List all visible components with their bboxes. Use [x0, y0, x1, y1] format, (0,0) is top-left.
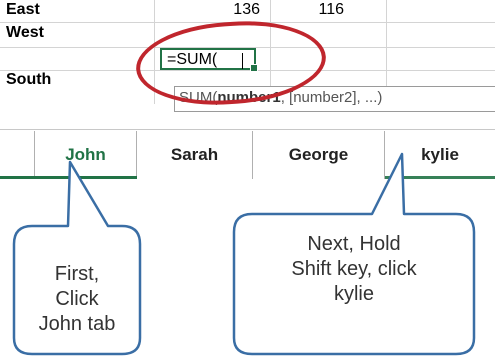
tab-label-george: George: [288, 145, 349, 164]
tab-bar-bottom-line: [385, 176, 495, 179]
callout-first-line-1: First,: [54, 263, 100, 285]
cell-east-value-1[interactable]: 136: [160, 1, 260, 19]
cell-east-value-2[interactable]: 116: [276, 1, 344, 19]
row-label-south[interactable]: South: [6, 71, 51, 89]
row-label-west[interactable]: West: [6, 24, 44, 42]
callout-first-line-2: Click: [55, 288, 99, 310]
callout-next-line-3: kylie: [333, 283, 374, 305]
callout-next-line-1: Next, Hold: [307, 233, 401, 255]
callout-next: Next, Hold Shift key, click kylie: [236, 232, 472, 307]
tab-john[interactable]: John: [34, 131, 137, 179]
tab-george[interactable]: George: [253, 131, 385, 179]
tab-label-john: John: [65, 145, 106, 164]
tab-sarah[interactable]: Sarah: [137, 131, 253, 179]
active-tab-underline: [0, 176, 137, 179]
callout-first: First, Click John tab: [16, 262, 138, 337]
tab-label-kylie: kylie: [421, 145, 459, 164]
tab-bar-border: [0, 129, 495, 130]
callout-first-line-3: John tab: [38, 313, 116, 335]
tab-label-sarah: Sarah: [170, 145, 219, 164]
tooltip-arguments-rest: , [number2], ...): [280, 89, 383, 106]
callout-next-line-2: Shift key, click: [291, 258, 417, 280]
row-label-east[interactable]: East: [6, 1, 40, 19]
tab-kylie[interactable]: kylie: [385, 131, 495, 179]
